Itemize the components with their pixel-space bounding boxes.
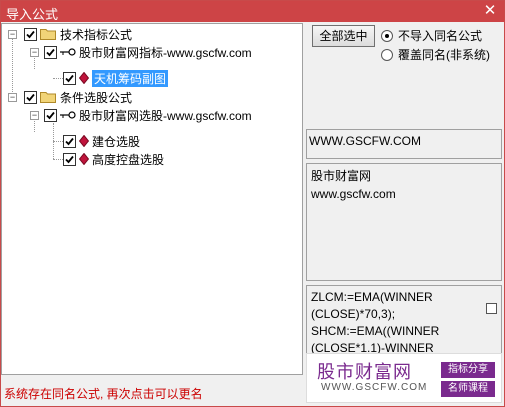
watermark-tag: 名师课程 (441, 381, 495, 397)
title-bar[interactable]: 导入公式 ✕ (1, 1, 504, 22)
description-field[interactable]: 股市财富网 www.gscfw.com (306, 163, 502, 281)
description-line: www.gscfw.com (311, 187, 396, 201)
formula-diamond-icon (79, 72, 89, 84)
tree-node-label: 高度控盘选股 (92, 152, 165, 167)
formula-diamond-icon (79, 135, 89, 147)
code-line: ZLCM:=EMA(WINNER (311, 290, 433, 304)
tree-line (53, 159, 63, 160)
close-icon[interactable]: ✕ (482, 2, 498, 20)
watermark-logo: 股市财富网 WWW.GSCFW.COM 指标分享 名师课程 (306, 353, 502, 403)
status-message: 系统存在同名公式, 再次点击可以更名 (4, 387, 203, 401)
checkbox[interactable] (63, 152, 76, 166)
radio-button[interactable] (381, 29, 393, 42)
window-title: 导入公式 (6, 7, 59, 22)
option-overwrite-duplicates[interactable]: 覆盖同名(非系统) (381, 46, 490, 63)
tree-node-label: 建仓选股 (92, 134, 141, 149)
tree-node-label: 技术指标公式 (60, 27, 133, 42)
checkbox[interactable] (24, 90, 37, 104)
description-line: 股市财富网 (311, 169, 372, 183)
collapse-toggle[interactable]: − (8, 30, 17, 39)
tree-node-tianji-chip-chart[interactable]: 天机筹码副图 (63, 69, 169, 87)
watermark-tag: 指标分享 (441, 362, 495, 378)
folder-icon (40, 92, 56, 103)
checkbox[interactable] (44, 45, 57, 59)
tree-node-label: 条件选股公式 (60, 90, 133, 105)
tree-node-jiancang[interactable]: 建仓选股 (63, 132, 140, 150)
tree-node-label: 股市财富网选股-www.gscfw.com (79, 108, 252, 123)
option-label: 不导入同名公式 (398, 29, 483, 43)
tree-line (53, 78, 63, 79)
option-label: 覆盖同名(非系统) (398, 48, 490, 62)
select-all-button[interactable]: 全部选中 (312, 25, 375, 47)
watermark-url: WWW.GSCFW.COM (321, 382, 428, 393)
collapse-toggle[interactable]: − (8, 93, 17, 102)
key-icon (60, 111, 76, 119)
tree-node-high-control[interactable]: 高度控盘选股 (63, 150, 164, 168)
tree-node-screening-group[interactable]: 股市财富网选股-www.gscfw.com (44, 106, 252, 124)
formula-tree[interactable]: − 技术指标公式 − 股市财富网指标-www.gscfw.com 天机筹码副图 … (1, 23, 303, 375)
checkbox[interactable] (63, 71, 76, 85)
site-field: WWW.GSCFW.COM (306, 129, 502, 159)
radio-button[interactable] (381, 48, 393, 61)
code-line: SHCM:=EMA((WINNER (311, 324, 440, 338)
folder-icon (40, 29, 56, 40)
tree-line (12, 33, 13, 96)
option-skip-duplicates[interactable]: 不导入同名公式 (381, 27, 482, 44)
checkbox[interactable] (63, 134, 76, 148)
formula-diamond-icon (79, 153, 89, 165)
tree-node-indicator-group[interactable]: 股市财富网指标-www.gscfw.com (44, 43, 252, 61)
import-formula-dialog: 导入公式 ✕ − 技术指标公式 − 股市财富网指标-www.gscfw.com (0, 0, 505, 407)
tree-line (53, 141, 63, 142)
checkbox[interactable] (24, 27, 37, 41)
watermark-title: 股市财富网 (317, 362, 412, 382)
collapse-toggle[interactable]: − (30, 111, 39, 120)
tree-node-screening-formulas[interactable]: 条件选股公式 (24, 88, 132, 106)
tree-node-technical-formulas[interactable]: 技术指标公式 (24, 25, 132, 43)
checkbox[interactable] (44, 108, 57, 122)
tree-node-label: 天机筹码副图 (92, 69, 169, 87)
code-line: (CLOSE)*70,3); (311, 307, 396, 321)
checkbox[interactable] (486, 303, 497, 314)
key-icon (60, 48, 76, 56)
collapse-toggle[interactable]: − (30, 48, 39, 57)
tree-node-label: 股市财富网指标-www.gscfw.com (79, 45, 252, 60)
